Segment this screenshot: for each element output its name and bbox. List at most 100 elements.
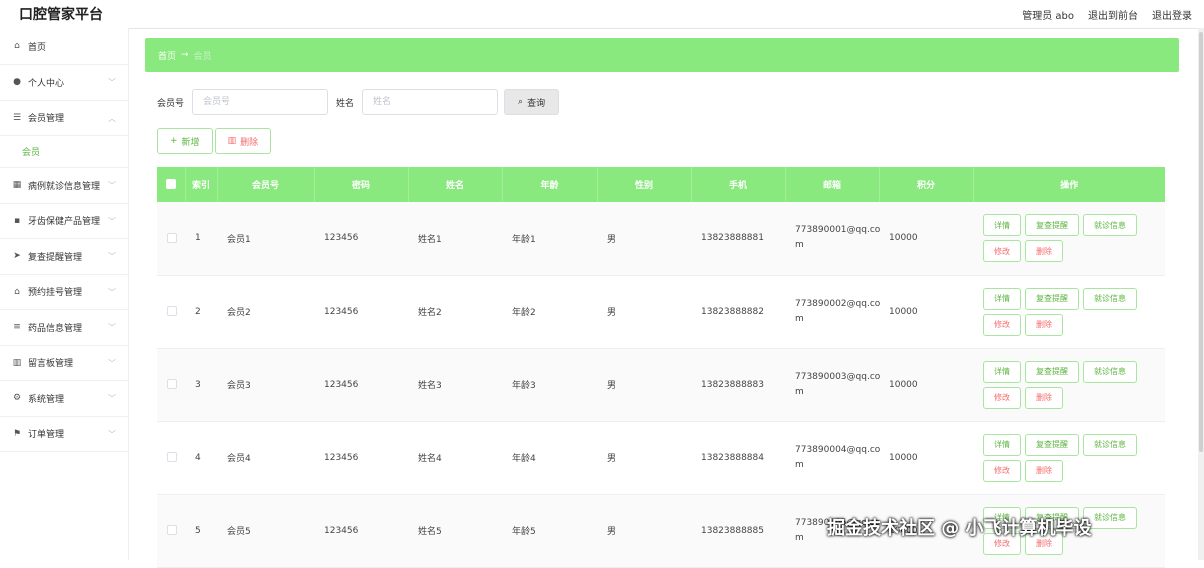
cell-index: 1 bbox=[185, 202, 217, 276]
visit-info-button[interactable]: 就诊信息 bbox=[1083, 433, 1137, 456]
sidebar-item-label: 药品信息管理 bbox=[28, 323, 83, 334]
recheck-reminder-button[interactable]: 复查提醒 bbox=[1025, 287, 1079, 310]
sidebar-item-label: 牙齿保健产品管理 bbox=[28, 217, 101, 228]
column-header[interactable]: 会员号 bbox=[217, 167, 315, 202]
column-header[interactable]: 姓名 bbox=[408, 167, 503, 202]
column-header[interactable]: 密码 bbox=[314, 167, 409, 202]
row-checkbox[interactable] bbox=[157, 275, 185, 349]
row-checkbox[interactable] bbox=[157, 494, 185, 568]
detail-button[interactable]: 详情 bbox=[983, 360, 1021, 383]
query-button[interactable]: ⌕ 查询 bbox=[504, 89, 560, 115]
column-header[interactable]: 积分 bbox=[879, 167, 974, 202]
sidebar-item-label: 复查提醒管理 bbox=[28, 252, 83, 263]
recheck-reminder-button[interactable]: 复查提醒 bbox=[1025, 214, 1079, 237]
cell-age: 年龄3 bbox=[502, 348, 597, 422]
column-header[interactable]: 性别 bbox=[597, 167, 692, 202]
cell-password: 123456 bbox=[314, 275, 408, 349]
logout-link[interactable]: 退出登录 bbox=[1152, 7, 1192, 22]
plus-icon: + bbox=[170, 136, 178, 146]
cell-sex: 男 bbox=[597, 421, 691, 495]
top-bar: 口腔管家平台 管理员 abo 退出到前台 退出登录 bbox=[0, 0, 1204, 29]
row-checkbox[interactable] bbox=[157, 202, 185, 276]
breadcrumb-home[interactable]: 首页 bbox=[158, 49, 176, 62]
cell-email: 773890004@qq.co m bbox=[785, 421, 880, 495]
sidebar-item-orders[interactable]: ⚑ 订单管理 ﹀ bbox=[0, 417, 128, 452]
add-button[interactable]: + 新增 bbox=[157, 128, 213, 154]
select-all-checkbox[interactable] bbox=[157, 167, 186, 202]
visit-info-button[interactable]: 就诊信息 bbox=[1083, 287, 1137, 310]
home-icon: ⌂ bbox=[14, 41, 20, 51]
visit-info-button[interactable]: 就诊信息 bbox=[1083, 214, 1137, 237]
sidebar-item-label: 首页 bbox=[28, 42, 47, 53]
cell-member-no: 会员4 bbox=[217, 421, 314, 495]
settings-icon: ⚙ bbox=[12, 393, 22, 404]
cell-index: 5 bbox=[185, 494, 217, 568]
cell-age: 年龄4 bbox=[502, 421, 597, 495]
cell-email: 773890002@qq.co m bbox=[785, 275, 881, 349]
filter-icon: ☰ bbox=[12, 112, 22, 123]
cell-sex: 男 bbox=[597, 275, 691, 349]
chevron-down-icon: ﹀ bbox=[108, 78, 116, 87]
sidebar-item-personal[interactable]: ● 个人中心 ﹀ bbox=[0, 65, 128, 101]
column-header[interactable]: 年龄 bbox=[502, 167, 598, 202]
edit-button[interactable]: 修改 bbox=[983, 386, 1021, 409]
trash-icon: ▥ bbox=[12, 357, 22, 368]
cell-phone: 13823888883 bbox=[691, 348, 785, 422]
row-checkbox[interactable] bbox=[157, 421, 185, 495]
detail-button[interactable]: 详情 bbox=[983, 214, 1021, 237]
sidebar-item-appointment[interactable]: ⌂ 预约挂号管理 ﹀ bbox=[0, 275, 128, 310]
recheck-reminder-button[interactable]: 复查提醒 bbox=[1025, 433, 1079, 456]
cell-password: 123456 bbox=[314, 348, 408, 422]
cell-index: 3 bbox=[185, 348, 217, 422]
row-checkbox[interactable] bbox=[157, 348, 185, 422]
recheck-reminder-button[interactable]: 复查提醒 bbox=[1025, 360, 1079, 383]
back-to-front-link[interactable]: 退出到前台 bbox=[1088, 7, 1138, 22]
cell-points: 10000 bbox=[879, 348, 973, 422]
edit-button[interactable]: 修改 bbox=[983, 459, 1021, 482]
member-no-label: 会员号 bbox=[157, 98, 185, 109]
page-scrollbar[interactable] bbox=[1198, 28, 1204, 560]
chevron-down-icon: ﹀ bbox=[108, 252, 116, 261]
trash-icon: ▥ bbox=[227, 136, 237, 146]
sidebar-item-member[interactable]: ☰ 会员管理 ︿ bbox=[0, 101, 128, 136]
sidebar-item-label: 留言板管理 bbox=[28, 359, 74, 370]
email-line: 773890002@qq.co bbox=[795, 298, 881, 309]
top-right-links: 管理员 abo 退出到前台 退出登录 bbox=[1022, 7, 1192, 22]
sidebar-item-messageboard[interactable]: ▥ 留言板管理 ﹀ bbox=[0, 346, 128, 381]
sidebar-item-home[interactable]: ⌂ 首页 bbox=[0, 28, 128, 65]
table-row: 2 会员2 123456 姓名2 年龄2 男 13823888882 773890002@qq… bbox=[157, 275, 1165, 349]
watermark: 掘金技术社区 @ 小飞计算机毕设 bbox=[827, 518, 1092, 539]
cell-age: 年龄5 bbox=[502, 494, 597, 568]
email-line: m bbox=[795, 313, 804, 324]
column-header[interactable]: 手机 bbox=[691, 167, 786, 202]
sidebar-item-products[interactable]: ▪ 牙齿保健产品管理 ﹀ bbox=[0, 204, 128, 239]
sidebar-item-recheck[interactable]: ➤ 复查提醒管理 ﹀ bbox=[0, 239, 128, 275]
user-icon: ● bbox=[13, 77, 21, 88]
cell-phone: 13823888884 bbox=[691, 421, 785, 495]
delete-button[interactable]: 删除 bbox=[1025, 240, 1063, 263]
add-button-label: 新增 bbox=[181, 137, 200, 148]
detail-button[interactable]: 详情 bbox=[983, 287, 1021, 310]
column-header[interactable]: 邮箱 bbox=[785, 167, 880, 202]
sidebar-item-case[interactable]: ▦ 病例就诊信息管理 ﹀ bbox=[0, 168, 128, 204]
detail-button[interactable]: 详情 bbox=[983, 433, 1021, 456]
chevron-down-icon: ﹀ bbox=[108, 181, 116, 190]
name-input[interactable] bbox=[362, 89, 499, 115]
edit-button[interactable]: 修改 bbox=[983, 240, 1021, 263]
edit-button[interactable]: 修改 bbox=[983, 313, 1021, 336]
email-line: 773890003@qq.co bbox=[795, 371, 881, 382]
cell-sex: 男 bbox=[597, 348, 691, 422]
cell-phone: 13823888881 bbox=[691, 202, 785, 276]
sidebar-subitem-member[interactable]: 会员 bbox=[0, 136, 128, 168]
delete-button[interactable]: 删除 bbox=[1025, 313, 1063, 336]
batch-delete-button[interactable]: ▥ 删除 bbox=[214, 128, 272, 154]
delete-button[interactable]: 删除 bbox=[1025, 459, 1063, 482]
delete-button[interactable]: 删除 bbox=[1025, 386, 1063, 409]
visit-info-button[interactable]: 就诊信息 bbox=[1083, 360, 1137, 383]
column-header[interactable]: 索引 bbox=[185, 167, 218, 202]
sidebar-item-system[interactable]: ⚙ 系统管理 ﹀ bbox=[0, 381, 128, 417]
cell-name: 姓名1 bbox=[408, 202, 502, 276]
sidebar-item-medicine[interactable]: ≡ 药品信息管理 ﹀ bbox=[0, 310, 128, 346]
member-no-input[interactable] bbox=[192, 89, 329, 115]
breadcrumb-arrow: → bbox=[181, 50, 189, 60]
